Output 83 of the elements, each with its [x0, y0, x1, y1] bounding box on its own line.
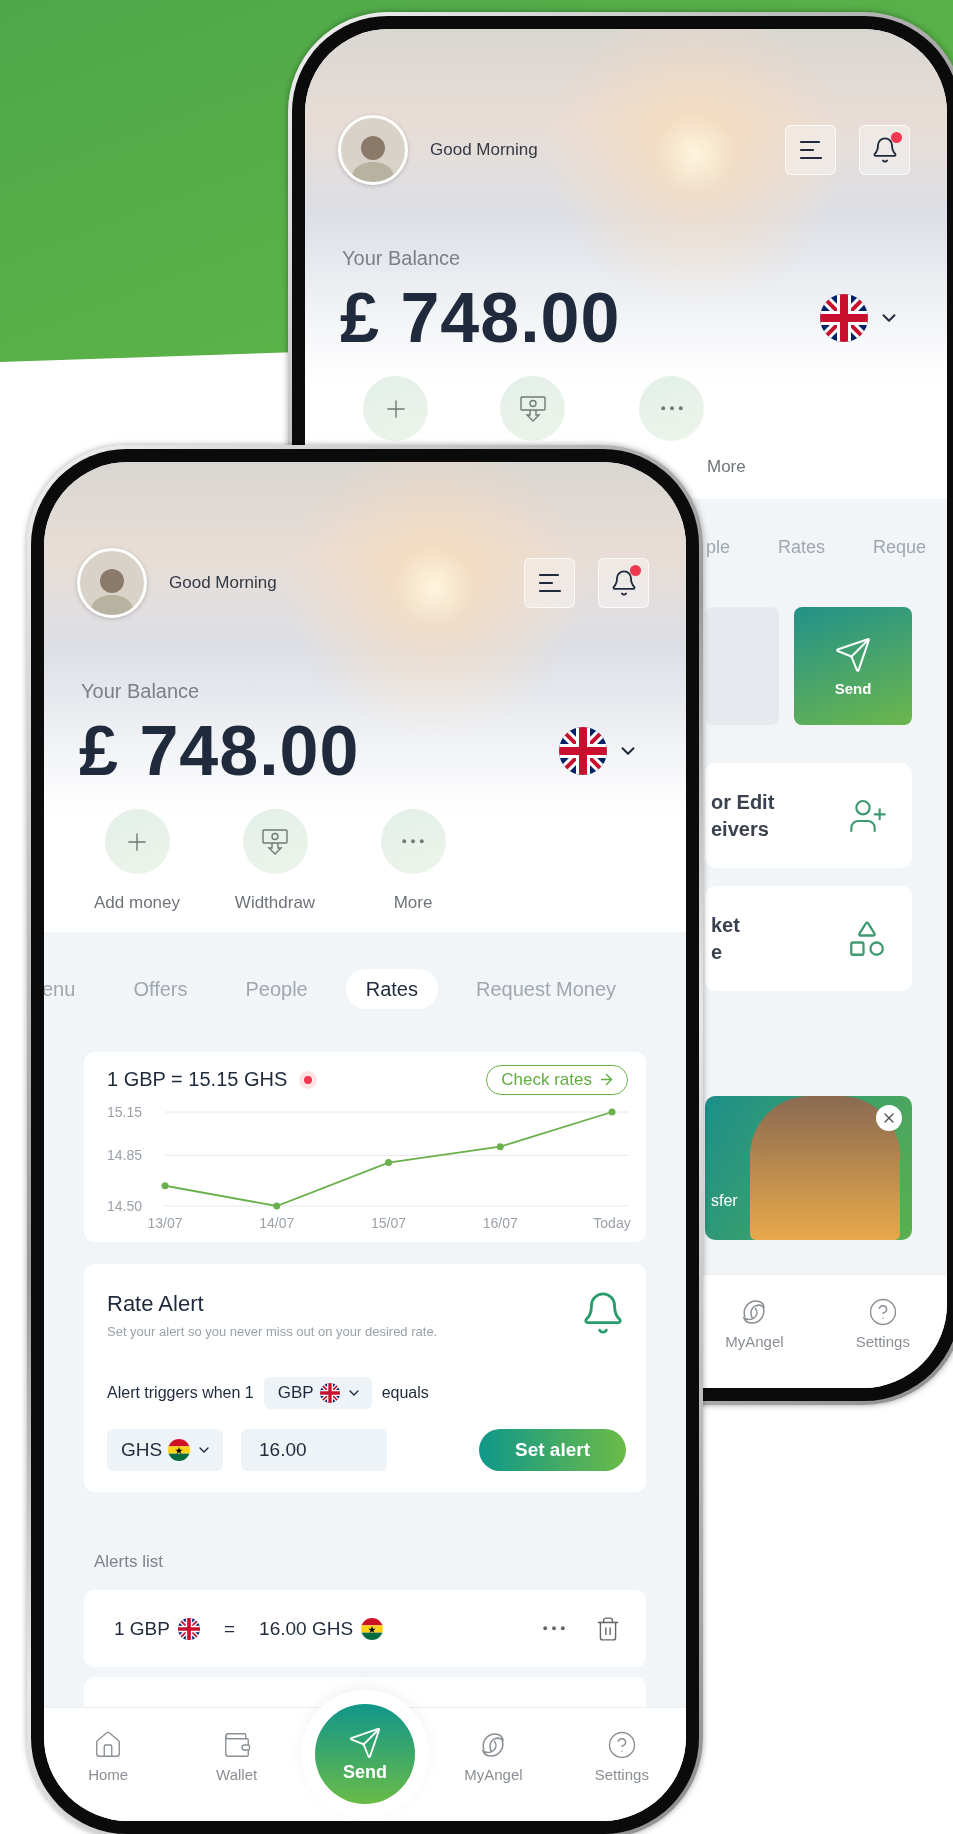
nav-item[interactable]: MyAngel [464, 1708, 523, 1783]
notifications-button[interactable] [859, 125, 910, 175]
from-currency-select[interactable]: GBP [263, 1377, 372, 1409]
greeting: Good Morning [430, 140, 539, 160]
shortcut-card[interactable]: or Edit eivers [705, 763, 912, 868]
menu-icon [537, 573, 562, 593]
axis-label: 13/07 [147, 1215, 183, 1231]
shortcut-card[interactable]: ket e [705, 886, 912, 991]
menu-button[interactable] [785, 125, 836, 175]
tab[interactable]: Offers [113, 969, 208, 1009]
data-point [496, 1143, 504, 1151]
axis-label: 14.85 [107, 1147, 143, 1164]
nav-item[interactable]: MyAngel [725, 1275, 784, 1350]
action-button[interactable]: Add money [77, 809, 197, 914]
alert-to: 16.00 GHS [259, 1617, 354, 1640]
paper-plane-icon [834, 635, 872, 674]
ellipsis-icon [660, 406, 683, 411]
alert-from: 1 GBP [114, 1617, 170, 1640]
greeting: Good Morning [169, 573, 278, 593]
menu-icon [798, 140, 823, 160]
tab[interactable]: Request Money [456, 969, 637, 1009]
promo-text: sfer [711, 1192, 738, 1210]
uk-flag-icon [178, 1617, 200, 1640]
tab[interactable]: Rates [778, 527, 826, 567]
card-title: or Edit eivers [711, 789, 776, 842]
notifications-button[interactable] [598, 558, 649, 608]
ghana-flag-icon [361, 1617, 384, 1640]
banknote-down-arrow-icon [260, 826, 290, 857]
menu-button[interactable] [524, 558, 575, 608]
alert-row[interactable]: 1 GBP = 16.00 GHS [84, 1590, 646, 1667]
trigger-text: Alert triggers when 1 [107, 1384, 254, 1402]
rate-alert-title: Rate Alert [107, 1290, 205, 1318]
balance-amount: £ 748.00 [79, 711, 361, 791]
avatar[interactable] [338, 115, 408, 185]
help-icon [606, 1730, 637, 1760]
data-point [161, 1182, 169, 1190]
ellipsis-icon [402, 839, 424, 844]
amount-input[interactable]: 16.00 [241, 1429, 387, 1471]
equals-sign: = [224, 1617, 236, 1640]
tab[interactable]: Reque [873, 527, 927, 567]
arrow-right-icon [598, 1071, 615, 1088]
nav-item[interactable]: Wallet [216, 1708, 258, 1783]
card-title: ket e [711, 912, 741, 965]
nav-item[interactable]: Settings [594, 1708, 649, 1783]
send-tile[interactable]: Send [794, 607, 912, 725]
ghana-flag-icon [168, 1439, 191, 1461]
promo-banner[interactable]: sfer [705, 1096, 912, 1240]
alerts-list-heading: Alerts list [94, 1552, 164, 1572]
rate-alert-subtitle: Set your alert so you never miss out on your desired rate. [107, 1324, 439, 1339]
uk-flag-icon [820, 294, 868, 342]
tab[interactable]: People [225, 969, 328, 1009]
help-icon [867, 1297, 898, 1327]
trash-icon[interactable] [595, 1615, 621, 1642]
banknote-down-arrow-icon [517, 393, 548, 424]
ellipsis-icon [543, 1626, 565, 1631]
action-button[interactable]: More [353, 809, 473, 914]
balance-label: Your Balance [342, 246, 461, 270]
axis-label: Today [593, 1215, 631, 1231]
axis-label: 14.50 [107, 1198, 143, 1214]
axis-label: 15.15 [107, 1104, 143, 1120]
data-point [608, 1108, 616, 1116]
tab[interactable]: Rates [345, 969, 438, 1009]
avatar[interactable] [77, 548, 147, 618]
balance-amount: £ 748.00 [340, 278, 622, 358]
to-currency-select[interactable]: GHS [107, 1429, 223, 1471]
action-label: More [707, 456, 746, 478]
trigger-text: equals [381, 1384, 429, 1402]
close-button[interactable] [876, 1105, 902, 1131]
data-point [273, 1202, 281, 1210]
nav-item[interactable]: Settings [855, 1275, 910, 1350]
nav-item[interactable]: Home [88, 1708, 129, 1783]
tab[interactable]: ple [706, 527, 731, 567]
axis-label: 15/07 [371, 1215, 406, 1231]
set-alert-button[interactable]: Set alert [479, 1429, 626, 1471]
axis-label: 16/07 [482, 1215, 518, 1231]
data-point [385, 1159, 392, 1167]
uk-flag-icon [319, 1383, 340, 1403]
balance-label: Your Balance [81, 679, 200, 703]
uk-flag-icon [559, 727, 607, 775]
rate-title: 1 GBP = 15.15 GHS [107, 1068, 288, 1091]
axis-label: 14/07 [259, 1215, 295, 1231]
paper-plane-icon [348, 1725, 382, 1760]
action-button[interactable]: Widthdraw [215, 809, 335, 914]
